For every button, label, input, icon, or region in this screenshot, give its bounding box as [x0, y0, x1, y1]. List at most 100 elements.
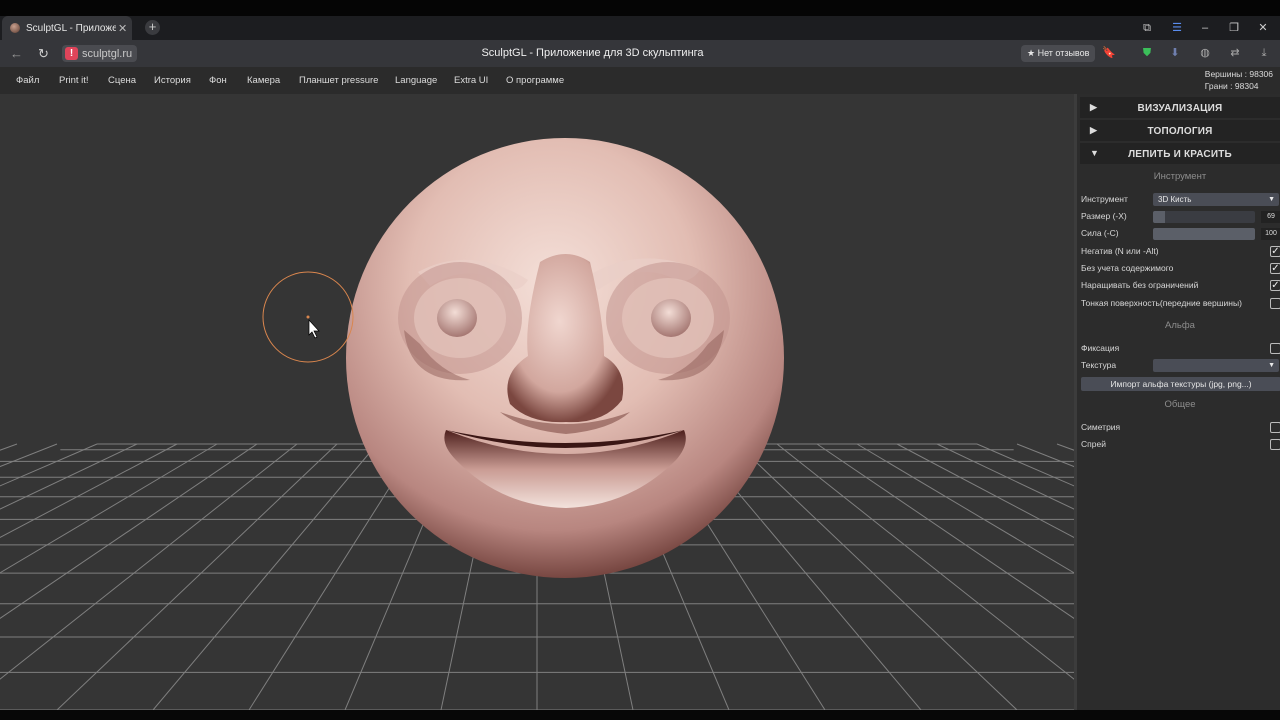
negative-checkbox[interactable]: ✓ [1270, 246, 1280, 257]
bookmark-icon[interactable]: 🔖 [1102, 46, 1116, 60]
mouse-pointer-icon [308, 319, 320, 339]
symmetry-row: Симетрия [1081, 420, 1280, 436]
browser-address-bar: ← ↻ ! sculptgl.ru SculptGL - Приложение … [0, 40, 1280, 67]
tool-label: Инструмент [1081, 194, 1128, 204]
sculpt-side-panel: ▶ ВИЗУАЛИЗАЦИЯ ▶ ТОПОЛОГИЯ ▼ ЛЕПИТЬ И КР… [1074, 94, 1280, 710]
symmetry-checkbox[interactable] [1270, 422, 1280, 433]
viewport-canvas[interactable] [0, 94, 1074, 710]
sculptgl-favicon-icon [10, 23, 20, 33]
thin-surface-row: Тонкая поверхность(передние вершины) [1081, 296, 1280, 312]
brush-cursor [262, 271, 354, 363]
size-slider[interactable] [1153, 211, 1255, 223]
dropdown-arrow-icon: ▼ [1268, 362, 1275, 369]
thin-surface-label: Тонкая поверхность(передние вершины) [1081, 298, 1242, 308]
menu-extra-ui[interactable]: Extra UI [454, 75, 488, 86]
close-window-icon[interactable]: ✕ [1249, 16, 1277, 40]
mesh-stats: Вершины : 98306 Грани : 98304 [1205, 68, 1273, 92]
menu-history[interactable]: История [154, 75, 191, 86]
screen-top-edge [0, 0, 1280, 16]
grid-line [776, 443, 1074, 680]
menu-about[interactable]: О программе [506, 75, 564, 86]
vertex-count: Вершины : 98306 [1204, 69, 1273, 79]
page-title: SculptGL - Приложение для 3D скульптинга [481, 47, 704, 59]
extensions-icon[interactable]: ☰ [1163, 16, 1191, 40]
size-slider-fill [1153, 211, 1166, 223]
app-menu-bar: Файл Print it! Сцена История Фон Камера … [0, 67, 1280, 94]
new-tab-button[interactable]: + [145, 20, 160, 35]
negative-label: Негатив (N или -Alt) [1081, 246, 1159, 256]
section-common-title: Общее [1164, 399, 1196, 410]
lock-checkbox[interactable] [1270, 343, 1280, 354]
sculpt-sphere[interactable] [346, 138, 784, 578]
menu-camera[interactable]: Камера [247, 75, 280, 86]
grid-line [0, 443, 218, 574]
menu-scene[interactable]: Сцена [108, 75, 136, 86]
spray-row: Спрей [1081, 437, 1280, 453]
size-row: Размер (-X) 69 [1081, 209, 1280, 225]
menu-file[interactable]: Файл [16, 75, 39, 86]
grid-line [0, 443, 58, 468]
menu-tablet-pressure[interactable]: Планшет pressure [299, 75, 378, 86]
tab-title: SculptGL - Приложени [26, 22, 116, 34]
browser-tab[interactable]: SculptGL - Приложени ✕ [2, 16, 132, 40]
screen-bottom-edge [0, 710, 1280, 720]
tool-select[interactable]: 3D Кисть ▼ [1153, 193, 1279, 206]
import-alpha-button[interactable]: Импорт альфа текстуры (jpg, png...) [1081, 377, 1280, 391]
section-tool-title: Инструмент [1153, 171, 1207, 182]
grid-line [1016, 443, 1074, 468]
negative-row: Негатив (N или -Alt) ✓ [1081, 244, 1280, 260]
lock-label: Фиксация [1081, 343, 1120, 353]
grid-line [976, 443, 1074, 487]
grid-line [0, 443, 298, 680]
accumulate-checkbox[interactable]: ✓ [1270, 280, 1280, 291]
grid-line [736, 443, 1018, 710]
size-value[interactable]: 69 [1261, 211, 1280, 223]
strength-slider-fill [1153, 228, 1255, 240]
download-arrow-icon[interactable]: ⬇ [1168, 46, 1182, 60]
strength-label: Сила (-C) [1081, 228, 1119, 238]
browser-tab-strip: SculptGL - Приложени ✕ + ⧉ ☰ – ❐ ✕ [0, 16, 1280, 40]
shield-icon[interactable]: ⛊ [1140, 46, 1154, 60]
globe-icon[interactable]: ◍ [1198, 46, 1212, 60]
menu-background[interactable]: Фон [209, 75, 227, 86]
translate-icon[interactable]: ⇄ [1228, 46, 1242, 60]
close-tab-icon[interactable]: ✕ [118, 22, 127, 35]
minimize-window-icon[interactable]: – [1191, 16, 1219, 40]
fold-visualization[interactable]: ▶ ВИЗУАЛИЗАЦИЯ [1080, 97, 1280, 118]
spray-label: Спрей [1081, 439, 1106, 449]
menu-print[interactable]: Print it! [59, 75, 89, 86]
spray-checkbox[interactable] [1270, 439, 1280, 450]
tool-row: Инструмент 3D Кисть ▼ [1081, 192, 1280, 208]
grid-line [0, 443, 18, 451]
grid-line [56, 443, 338, 710]
culling-label: Без учета содержимого [1081, 263, 1174, 273]
downloads-icon[interactable]: ⤓ [1257, 46, 1271, 60]
size-label: Размер (-X) [1081, 211, 1127, 221]
grid-line [856, 443, 1074, 574]
strength-value[interactable]: 100 [1261, 228, 1280, 240]
thin-surface-checkbox[interactable] [1270, 298, 1280, 309]
accumulate-row: Наращивать без ограничений ✓ [1081, 278, 1280, 294]
culling-checkbox[interactable]: ✓ [1270, 263, 1280, 274]
accumulate-label: Наращивать без ограничений [1081, 280, 1199, 290]
fold-sculpt-paint[interactable]: ▼ ЛЕПИТЬ И КРАСИТЬ [1080, 143, 1280, 164]
maximize-window-icon[interactable]: ❐ [1220, 16, 1248, 40]
strength-row: Сила (-C) 100 [1081, 226, 1280, 242]
section-alpha-title: Альфа [1165, 320, 1195, 331]
reviews-button[interactable]: ★ Нет отзывов [1021, 45, 1096, 62]
grid-line [0, 443, 138, 510]
collections-icon[interactable]: ⧉ [1133, 16, 1161, 40]
lock-row: Фиксация [1081, 341, 1280, 357]
culling-row: Без учета содержимого ✓ [1081, 261, 1280, 277]
menu-language[interactable]: Language [395, 75, 437, 86]
3d-viewport[interactable] [0, 94, 1074, 710]
strength-slider[interactable] [1153, 228, 1255, 240]
texture-label: Текстура [1081, 360, 1117, 370]
texture-select[interactable]: ▼ [1153, 359, 1279, 372]
texture-row: Текстура ▼ [1081, 358, 1280, 374]
grid-line [152, 443, 378, 710]
symmetry-label: Симетрия [1081, 422, 1121, 432]
fold-topology[interactable]: ▶ ТОПОЛОГИЯ [1080, 120, 1280, 141]
grid-line [936, 443, 1074, 510]
face-count: Грани : 98304 [1204, 81, 1259, 91]
